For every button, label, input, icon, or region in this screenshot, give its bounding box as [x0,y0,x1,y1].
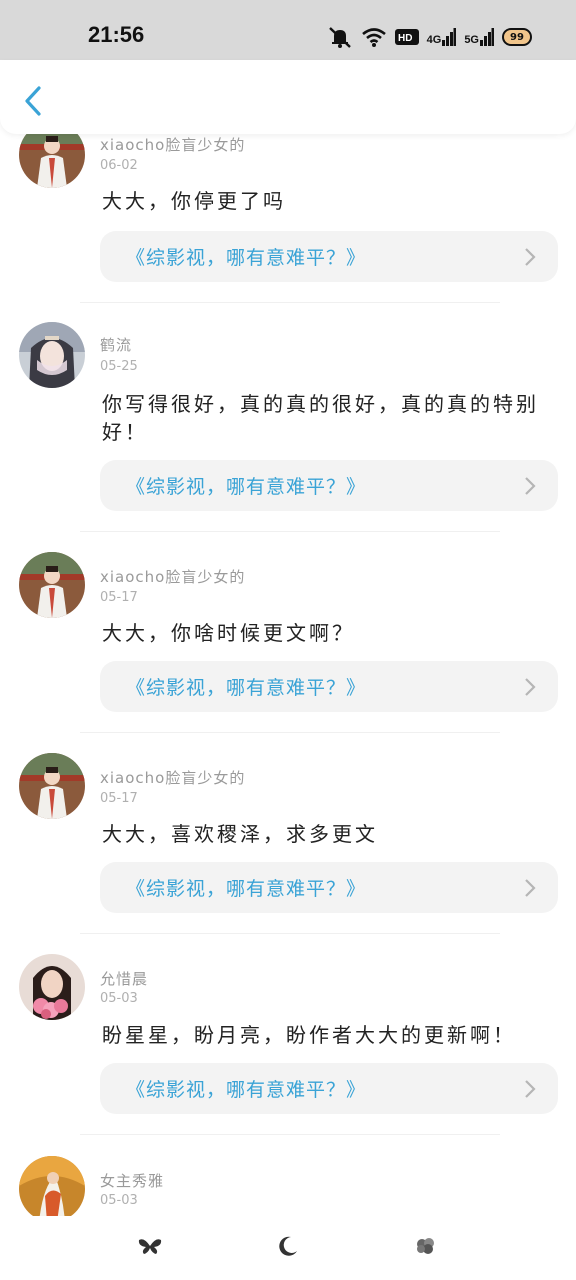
moon-nav-button[interactable] [268,1230,308,1262]
battery-icon: 99 [502,28,532,46]
comment-list[interactable]: xiaocho脸盲少女的 06-02 大大，你停更了吗 《综影视，哪有意难平？》… [0,134,576,1216]
back-button[interactable] [18,84,48,118]
mute-bell-icon [327,26,353,48]
avatar[interactable] [19,322,85,388]
comment-text: 大大，你停更了吗 [102,189,286,213]
avatar[interactable] [19,552,85,618]
chevron-right-icon [525,1080,536,1098]
book-link-button[interactable]: 《综影视，哪有意难平？》 [100,661,558,712]
status-time: 21:56 [88,22,145,47]
comment-text: 大大，你啥时候更文啊？ [102,621,355,645]
divider [80,531,500,532]
comment-date: 05-03 [100,991,138,1006]
leaf-nav-button[interactable] [406,1230,446,1262]
svg-text:HD: HD [398,33,412,44]
book-title: 《综影视，哪有意难平？》 [126,878,367,900]
book-link-button[interactable]: 《综影视，哪有意难平？》 [100,231,558,282]
comment-username: xiaocho脸盲少女的 [100,568,246,586]
avatar[interactable] [19,954,85,1020]
book-link-button[interactable]: 《综影视，哪有意难平？》 [100,460,558,511]
comment-username: 女主秀雅 [100,1172,165,1190]
wifi-icon [361,26,387,48]
chevron-right-icon [525,678,536,696]
comment-text: 你写得很好，真的真的很好，真的真的特别好！ [102,392,539,444]
butterfly-nav-button[interactable] [130,1230,170,1262]
avatar[interactable] [19,753,85,819]
leaf-icon [417,1238,434,1254]
header [0,60,576,134]
chevron-right-icon [525,248,536,266]
avatar[interactable] [19,134,85,188]
chevron-left-icon [25,86,41,116]
comment-username: xiaocho脸盲少女的 [100,136,246,154]
status-bar: 21:56 HD 4G 5G 99 [0,0,576,60]
butterfly-icon [138,1239,162,1254]
divider [80,732,500,733]
book-title: 《综影视，哪有意难平？》 [126,1079,367,1101]
status-icons: HD 4G 5G 99 [327,22,532,52]
hd-icon: HD [394,28,419,46]
bottom-nav [0,1216,576,1280]
comment-text: 盼星星，盼月亮，盼作者大大的更新啊！ [102,1023,516,1047]
divider [80,302,500,303]
book-title: 《综影视，哪有意难平？》 [126,476,367,498]
comment-date: 05-17 [100,590,138,605]
book-link-button[interactable]: 《综影视，哪有意难平？》 [100,1063,558,1114]
chevron-right-icon [525,477,536,495]
comment-date: 05-25 [100,359,138,374]
divider [80,933,500,934]
comment-username: 鹤流 [100,336,133,354]
comment-text: 大大，喜欢稷泽，求多更文 [102,822,378,846]
comment-username: 允惜晨 [100,970,149,988]
comment-username: xiaocho脸盲少女的 [100,769,246,787]
comment-date: 06-02 [100,158,138,173]
moon-icon [279,1236,297,1256]
comment-date: 05-17 [100,791,138,806]
book-title: 《综影视，哪有意难平？》 [126,247,367,269]
signal-4g-icon: 4G [427,28,457,46]
avatar[interactable] [19,1156,85,1216]
comment-date: 05-03 [100,1193,138,1208]
signal-5g-icon: 5G [464,28,494,46]
book-link-button[interactable]: 《综影视，哪有意难平？》 [100,862,558,913]
divider [80,1134,500,1135]
chevron-right-icon [525,879,536,897]
book-title: 《综影视，哪有意难平？》 [126,677,367,699]
